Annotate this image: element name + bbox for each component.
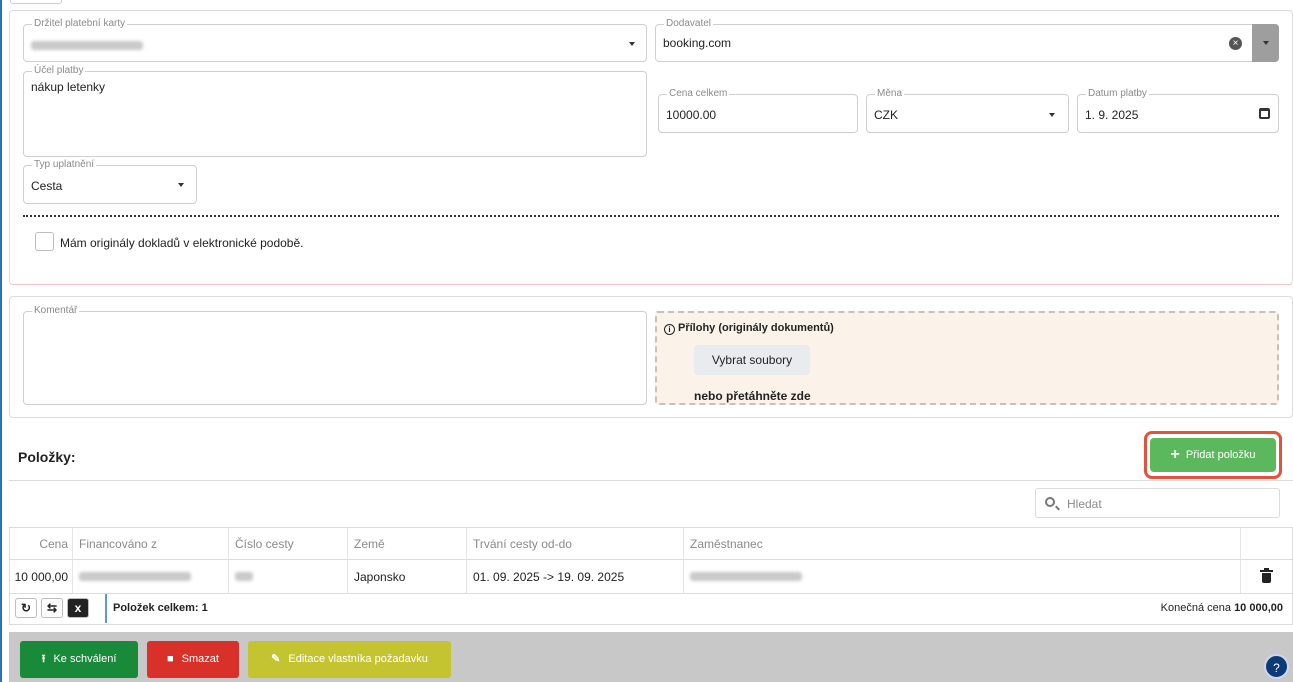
- payment-date-label: Datum platby: [1086, 88, 1149, 100]
- column-header-country[interactable]: Země: [348, 528, 467, 559]
- approve-label: Ke schválení: [53, 653, 117, 665]
- supplier-dropdown-toggle[interactable]: [1252, 24, 1279, 62]
- search-input[interactable]: Hledat: [1035, 488, 1280, 518]
- card-holder-label: Držitel platební karty: [32, 18, 128, 30]
- drop-text: nebo přetáhněte zde: [694, 389, 811, 403]
- items-divider: [9, 480, 1293, 481]
- edit-owner-button[interactable]: ✎ Editace vlastníka požadavku: [248, 641, 451, 678]
- items-table: Cena Financováno z Číslo cesty Země Trvá…: [9, 527, 1293, 625]
- fit-columns-icon[interactable]: ⇆: [41, 598, 63, 618]
- action-bar: ⭱ Ke schválení ■ Smazat ✎ Editace vlastníka…: [9, 632, 1293, 682]
- add-item-label: Přidat položku: [1185, 449, 1256, 461]
- column-header-duration[interactable]: Trvání cesty od-do: [467, 528, 684, 559]
- edit-owner-label: Editace vlastníka požadavku: [288, 653, 428, 665]
- chevron-down-icon: [1049, 113, 1055, 117]
- items-title: Položky:: [18, 449, 76, 465]
- approve-button[interactable]: ⭱ Ke schválení: [20, 641, 138, 678]
- chevron-down-icon: [178, 183, 184, 187]
- column-header-actions: [1241, 528, 1292, 559]
- total-price-label: Cena celkem: [667, 88, 730, 100]
- currency-label: Měna: [875, 88, 905, 100]
- purpose-textarea[interactable]: Účel platby nákup letenky: [23, 65, 647, 157]
- currency-value: CZK: [874, 108, 898, 122]
- info-icon: i: [664, 324, 675, 335]
- supplier-value: booking.com: [663, 36, 732, 50]
- comment-textarea[interactable]: Komentář: [23, 305, 647, 405]
- supplier-label: Dodavatel: [664, 18, 714, 30]
- attachments-dropzone[interactable]: i Přílohy (originály dokumentů) Vybrat so…: [655, 311, 1279, 405]
- pencil-icon: ✎: [271, 653, 281, 665]
- add-item-button[interactable]: + Přidat položku: [1150, 438, 1276, 472]
- card-holder-value: [31, 38, 143, 52]
- help-icon[interactable]: ?: [1264, 654, 1289, 679]
- final-price-label: Konečná cena: [1160, 602, 1231, 614]
- payment-date-input[interactable]: Datum platby 1. 9. 2025: [1077, 88, 1279, 133]
- select-files-button[interactable]: Vybrat soubory: [694, 345, 810, 375]
- chevron-down-icon: [1263, 41, 1269, 45]
- section-divider: [23, 215, 1279, 217]
- column-header-trip-number[interactable]: Číslo cesty: [229, 528, 348, 559]
- left-accent-strip: [0, 0, 2, 682]
- add-item-highlight: + Přidat položku: [1144, 431, 1282, 479]
- excel-export-icon[interactable]: x: [67, 598, 89, 618]
- purpose-value: nákup letenky: [31, 80, 106, 94]
- search-placeholder: Hledat: [1067, 497, 1102, 511]
- originals-checkbox[interactable]: [35, 232, 54, 251]
- total-price-value: 10000.00: [666, 108, 717, 122]
- delete-row-button[interactable]: [1241, 560, 1292, 593]
- items-count: Položek celkem: 1: [113, 602, 208, 614]
- delete-button[interactable]: ■ Smazat: [147, 641, 239, 678]
- attachments-title: i Přílohy (originály dokumentů): [664, 322, 834, 335]
- delete-label: Smazat: [181, 653, 219, 665]
- trash-icon: [1260, 567, 1273, 583]
- total-price-input[interactable]: Cena celkem 10000.00: [658, 88, 858, 133]
- calendar-icon[interactable]: [1259, 108, 1270, 119]
- cell-duration: 01. 09. 2025 -> 19. 09. 2025: [467, 560, 684, 593]
- comment-label: Komentář: [32, 305, 80, 317]
- cell-trip-number: [229, 560, 348, 593]
- table-row[interactable]: 10 000,00 Japonsko 01. 09. 2025 -> 19. 0…: [10, 560, 1292, 594]
- cell-country: Japonsko: [348, 560, 467, 593]
- final-price-value: 10 000,00: [1234, 602, 1283, 614]
- cell-price: 10 000,00: [10, 560, 73, 593]
- table-footer: ↻ ⇆ x Položek celkem: 1 Konečná cena 10 …: [10, 594, 1292, 624]
- column-header-financed-from[interactable]: Financováno z: [73, 528, 229, 559]
- column-header-employee[interactable]: Zaměstnanec: [684, 528, 1241, 559]
- refresh-icon[interactable]: ↻: [15, 598, 37, 618]
- originals-checkbox-label: Mám originály dokladů v elektronické pod…: [60, 236, 304, 250]
- clear-icon[interactable]: ×: [1229, 37, 1242, 50]
- claim-type-select[interactable]: Typ uplatnění Cesta: [23, 159, 197, 204]
- purpose-label: Účel platby: [32, 65, 86, 77]
- plus-icon: +: [1170, 446, 1180, 463]
- trash-icon: ■: [167, 653, 174, 665]
- table-header: Cena Financováno z Číslo cesty Země Trvá…: [10, 528, 1292, 560]
- cell-employee: [684, 560, 1241, 593]
- claim-type-value: Cesta: [31, 179, 63, 193]
- final-price: Konečná cena 10 000,00: [1161, 602, 1283, 614]
- column-header-price[interactable]: Cena: [10, 528, 73, 559]
- supplier-select[interactable]: Dodavatel booking.com ×: [655, 18, 1279, 62]
- search-icon: [1045, 497, 1055, 507]
- payment-date-value: 1. 9. 2025: [1085, 108, 1139, 122]
- upload-icon: ⭱: [41, 653, 46, 665]
- currency-select[interactable]: Měna CZK: [866, 88, 1069, 133]
- claim-type-label: Typ uplatnění: [32, 159, 97, 171]
- cell-financed-from: [73, 560, 229, 593]
- attachments-title-text: Přílohy (originály dokumentů): [678, 322, 834, 334]
- footer-separator: [105, 594, 107, 623]
- top-tab-edge: [10, 0, 62, 4]
- card-holder-select[interactable]: Držitel platební karty: [23, 18, 647, 62]
- chevron-down-icon: [629, 42, 635, 46]
